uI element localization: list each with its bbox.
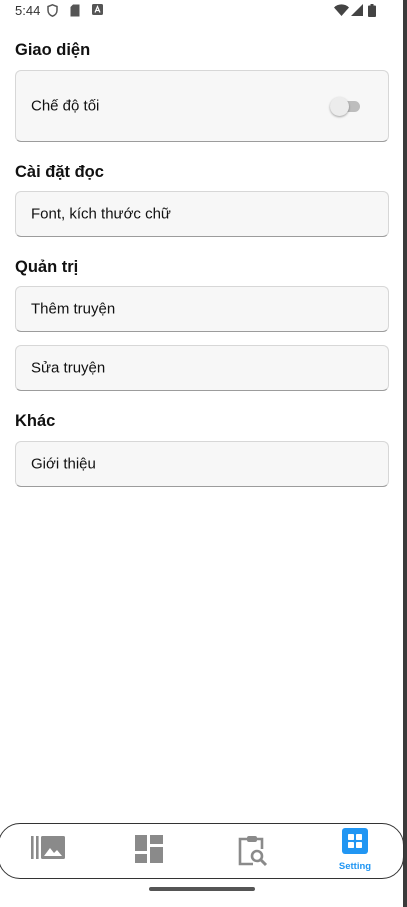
status-time: 5:44 bbox=[15, 3, 41, 18]
nav-item-dashboard[interactable] bbox=[106, 824, 196, 878]
section-title-admin: Quản trị bbox=[15, 258, 79, 276]
dashboard-icon bbox=[135, 835, 163, 863]
status-bar: 5:44 bbox=[0, 0, 403, 22]
dark-mode-toggle[interactable] bbox=[330, 96, 362, 116]
add-story-label: Thêm truyện bbox=[31, 300, 116, 318]
grid-icon bbox=[342, 828, 368, 854]
toggle-thumb bbox=[330, 97, 349, 116]
add-story-row[interactable]: Thêm truyện bbox=[15, 286, 389, 332]
nav-label-settings: Setting bbox=[338, 861, 372, 872]
nav-item-search[interactable] bbox=[207, 824, 297, 878]
about-label: Giới thiệu bbox=[31, 455, 96, 473]
font-size-row[interactable]: Font, kích thước chữ bbox=[15, 191, 389, 237]
text-a-icon bbox=[92, 4, 103, 15]
shield-icon bbox=[47, 4, 58, 17]
library-icon bbox=[31, 836, 65, 859]
font-size-label: Font, kích thước chữ bbox=[31, 205, 171, 223]
nav-item-settings[interactable]: Setting bbox=[310, 824, 400, 878]
home-indicator[interactable] bbox=[149, 887, 255, 891]
settings-screen: 5:44 Giao diện Chế độ tối Cài đặt đọc Fo… bbox=[0, 0, 407, 907]
dark-mode-label: Chế độ tối bbox=[31, 97, 100, 115]
edit-story-label: Sửa truyện bbox=[31, 359, 106, 377]
bottom-navigation: Setting bbox=[0, 823, 404, 879]
search-clipboard-icon bbox=[238, 836, 268, 867]
battery-icon bbox=[368, 4, 376, 17]
sd-card-icon bbox=[70, 4, 80, 17]
screen-edge bbox=[403, 0, 407, 907]
wifi-icon bbox=[334, 4, 349, 16]
section-title-other: Khác bbox=[15, 412, 56, 430]
about-row[interactable]: Giới thiệu bbox=[15, 441, 389, 487]
section-title-appearance: Giao diện bbox=[15, 41, 91, 59]
dark-mode-row[interactable]: Chế độ tối bbox=[15, 70, 389, 142]
signal-icon bbox=[351, 4, 363, 16]
nav-item-library[interactable] bbox=[5, 824, 95, 878]
section-title-reading-settings: Cài đặt đọc bbox=[15, 163, 104, 181]
edit-story-row[interactable]: Sửa truyện bbox=[15, 345, 389, 391]
